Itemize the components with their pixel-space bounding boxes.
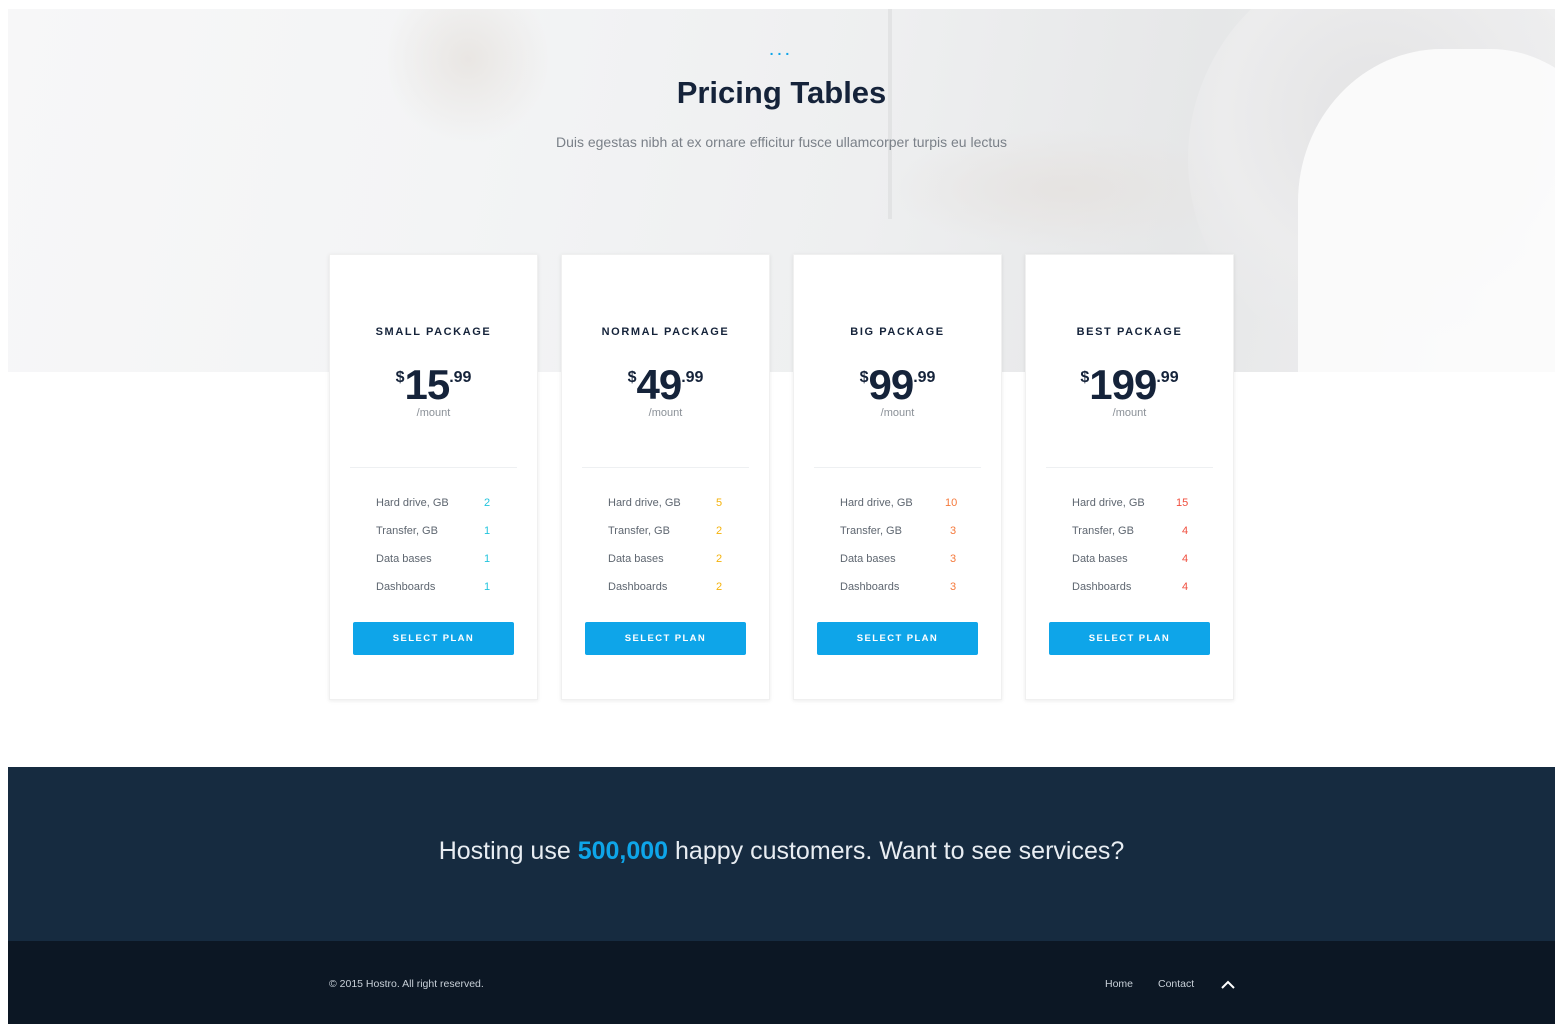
price-cents: .99 (681, 369, 704, 386)
feature-value: 4 (1182, 553, 1189, 565)
feature-row: Transfer, GB 1 (376, 525, 506, 537)
footer-link-contact[interactable]: Contact (1158, 978, 1194, 990)
feature-row: Dashboards 1 (376, 581, 506, 593)
price-currency: $ (1080, 369, 1090, 386)
feature-label: Hard drive, GB (376, 497, 449, 509)
price-amount: 99 (868, 361, 914, 408)
feature-row: Hard drive, GB 10 (840, 497, 970, 509)
feature-label: Data bases (608, 553, 664, 565)
price-cents: .99 (913, 369, 936, 386)
feature-value: 1 (484, 553, 491, 565)
price-amount: 199 (1089, 361, 1157, 408)
cta-text: Hosting use 500,000 happy customers. Wan… (8, 837, 1555, 866)
plan-price: $199.99 (1026, 363, 1233, 407)
feature-row: Hard drive, GB 15 (1072, 497, 1202, 509)
divider (1046, 467, 1213, 468)
plan-price: $15.99 (330, 363, 537, 407)
feature-row: Data bases 2 (608, 553, 738, 565)
price-period: /mount (880, 407, 915, 419)
feature-row: Data bases 4 (1072, 553, 1202, 565)
price-cents: .99 (449, 369, 472, 386)
feature-value: 4 (1182, 581, 1189, 593)
feature-row: Transfer, GB 2 (608, 525, 738, 537)
feature-row: Transfer, GB 4 (1072, 525, 1202, 537)
feature-label: Transfer, GB (840, 525, 902, 537)
customer-count-highlight: 500,000 (577, 837, 669, 865)
feature-row: Hard drive, GB 2 (376, 497, 506, 509)
hero-section: ... Pricing Tables Duis egestas nibh at … (8, 9, 1555, 372)
feature-label: Transfer, GB (1072, 525, 1134, 537)
feature-label: Hard drive, GB (840, 497, 913, 509)
feature-row: Dashboards 3 (840, 581, 970, 593)
pricing-card-small: SMALL PACKAGE $15.99 /mount Hard drive, … (329, 254, 538, 700)
feature-label: Transfer, GB (608, 525, 670, 537)
cta-banner: Hosting use 500,000 happy customers. Wan… (8, 767, 1555, 941)
feature-label: Hard drive, GB (608, 497, 681, 509)
footer-link-home[interactable]: Home (1105, 978, 1133, 990)
feature-value: 1 (484, 581, 491, 593)
price-cents: .99 (1156, 369, 1179, 386)
price-amount: 15 (404, 361, 450, 408)
divider (582, 467, 749, 468)
feature-label: Dashboards (608, 581, 668, 593)
feature-label: Dashboards (1072, 581, 1132, 593)
feature-row: Hard drive, GB 5 (608, 497, 738, 509)
select-plan-button[interactable]: SELECT PLAN (817, 622, 978, 655)
copyright-text: © 2015 Hostro. All right reserved. (329, 978, 484, 990)
price-period: /mount (1112, 407, 1147, 419)
price-currency: $ (395, 369, 405, 386)
page: ... Pricing Tables Duis egestas nibh at … (8, 9, 1555, 1024)
feature-value: 15 (1176, 497, 1189, 509)
feature-value: 2 (716, 553, 723, 565)
chevron-up-icon[interactable] (1220, 977, 1236, 991)
select-plan-button[interactable]: SELECT PLAN (1049, 622, 1210, 655)
feature-row: Data bases 3 (840, 553, 970, 565)
pricing-card-normal: NORMAL PACKAGE $49.99 /mount Hard drive,… (561, 254, 770, 700)
pricing-card-best: BEST PACKAGE $199.99 /mount Hard drive, … (1025, 254, 1234, 700)
price-period: /mount (416, 407, 451, 419)
feature-label: Transfer, GB (376, 525, 438, 537)
feature-label: Data bases (1072, 553, 1128, 565)
feature-value: 5 (716, 497, 723, 509)
plan-price: $49.99 (562, 363, 769, 407)
section-dots-ornament: ... (769, 42, 794, 58)
select-plan-button[interactable]: SELECT PLAN (585, 622, 746, 655)
feature-label: Dashboards (840, 581, 900, 593)
plan-price: $99.99 (794, 363, 1001, 407)
pricing-card-big: BIG PACKAGE $99.99 /mount Hard drive, GB… (793, 254, 1002, 700)
feature-value: 3 (950, 553, 957, 565)
divider (350, 467, 517, 468)
feature-row: Transfer, GB 3 (840, 525, 970, 537)
cta-text-after: happy customers. Want to see services? (668, 837, 1125, 865)
feature-value: 3 (950, 581, 957, 593)
price-period: /mount (648, 407, 683, 419)
feature-value: 3 (950, 525, 957, 537)
price-amount: 49 (636, 361, 682, 408)
feature-label: Dashboards (376, 581, 436, 593)
page-title: Pricing Tables (676, 75, 887, 110)
feature-row: Dashboards 2 (608, 581, 738, 593)
feature-row: Data bases 1 (376, 553, 506, 565)
feature-row: Dashboards 4 (1072, 581, 1202, 593)
price-currency: $ (859, 369, 869, 386)
plan-name: BIG PACKAGE (850, 326, 945, 338)
feature-label: Data bases (376, 553, 432, 565)
feature-label: Data bases (840, 553, 896, 565)
feature-value: 1 (484, 525, 491, 537)
price-currency: $ (627, 369, 637, 386)
feature-value: 2 (484, 497, 491, 509)
select-plan-button[interactable]: SELECT PLAN (353, 622, 514, 655)
feature-label: Hard drive, GB (1072, 497, 1145, 509)
feature-value: 2 (716, 581, 723, 593)
feature-value: 2 (716, 525, 723, 537)
feature-value: 10 (945, 497, 958, 509)
divider (814, 467, 981, 468)
plan-name: SMALL PACKAGE (375, 326, 492, 338)
plan-name: NORMAL PACKAGE (601, 326, 730, 338)
cta-text-before: Hosting use (438, 837, 578, 865)
page-subtitle: Duis egestas nibh at ex ornare efficitur… (555, 134, 1008, 150)
plan-name: BEST PACKAGE (1076, 326, 1183, 338)
feature-value: 4 (1182, 525, 1189, 537)
site-footer: © 2015 Hostro. All right reserved. Home … (8, 941, 1555, 1024)
